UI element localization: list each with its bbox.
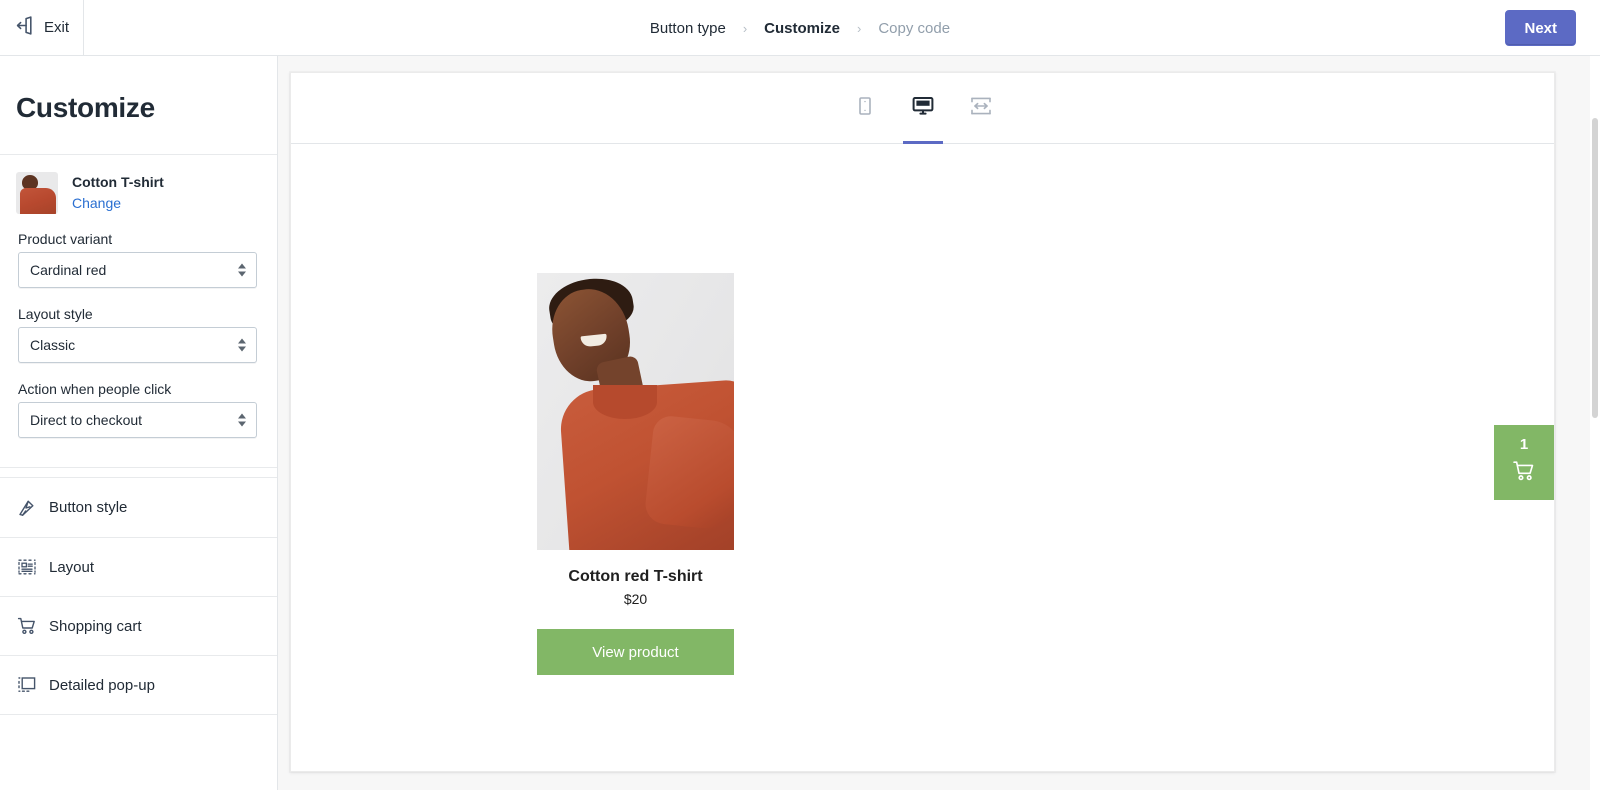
floating-cart-widget[interactable]: 1 [1494,425,1554,500]
action-on-click-value: Direct to checkout [30,412,143,428]
action-on-click-label: Action when people click [18,381,172,397]
view-product-button[interactable]: View product [537,629,734,675]
breadcrumb-item-customize[interactable]: Customize [764,20,840,37]
selected-product: Cotton T-shirt Change [0,155,277,214]
action-on-click-field: Action when people click Direct to check… [0,381,277,438]
breadcrumb-separator-1: › [742,20,748,36]
action-on-click-select[interactable]: Direct to checkout [18,402,257,438]
layout-style-label: Layout style [18,306,93,322]
device-tab-responsive[interactable] [960,73,1002,144]
cart-item-count: 1 [1519,435,1529,453]
breadcrumb: Button type › Customize › Copy code [0,0,1600,56]
device-tab-mobile[interactable] [844,73,886,144]
preview-stage: Cotton red T-shirt $20 View product 1 [291,144,1554,771]
change-product-link[interactable]: Change [72,195,164,211]
layout-style-select[interactable]: Classic [18,327,257,363]
product-thumbnail [16,172,58,214]
mobile-icon [854,95,876,122]
sidebar-item-detailed-popup[interactable]: Detailed pop-up [0,655,277,714]
device-toolbar [291,73,1554,144]
breadcrumb-separator-2: › [857,20,862,36]
sidebar-item-label: Button style [49,499,128,516]
exit-label: Exit [43,19,69,36]
divider [0,714,277,715]
product-variant-field: Product variant Cardinal red [0,231,277,288]
product-name: Cotton T-shirt [72,174,164,190]
exit-button[interactable]: Exit [0,0,84,56]
product-variant-label: Product variant [18,231,113,247]
top-bar: Exit Button type › Customize › Copy code… [0,0,1600,56]
desktop-icon [911,94,935,123]
section-divider [0,467,277,478]
exit-arrow-icon [14,15,35,41]
sidebar: Customize Cotton T-shirt Change Product … [0,56,278,790]
chevron-updown-icon [238,263,246,277]
chevron-updown-icon [238,413,246,427]
sidebar-item-layout[interactable]: Layout [0,537,277,596]
responsive-width-icon [969,94,993,123]
product-image [537,273,734,550]
preview-canvas: Cotton red T-shirt $20 View product 1 [278,56,1600,790]
layout-style-field: Layout style Classic [0,306,277,363]
preview-product-title: Cotton red T-shirt [568,568,703,585]
chevron-updown-icon [238,338,246,352]
shopping-cart-icon [1511,458,1537,489]
shopping-cart-icon [16,615,38,637]
layout-list-icon [16,556,38,578]
next-button[interactable]: Next [1505,10,1576,46]
layout-style-value: Classic [30,337,76,353]
page-title: Customize [16,92,155,123]
page-scrollbar-thumb[interactable] [1592,118,1598,418]
sidebar-item-label: Shopping cart [49,617,142,635]
sidebar-item-label: Detailed pop-up [49,676,155,694]
preview-product-price: $20 [623,591,648,607]
breadcrumb-item-button-type[interactable]: Button type [650,20,726,37]
popup-frame-icon [16,674,38,696]
preview-card: Cotton red T-shirt $20 View product 1 [290,72,1555,772]
sidebar-item-shopping-cart[interactable]: Shopping cart [0,596,277,655]
device-tab-desktop[interactable] [902,73,944,144]
brush-icon [16,497,38,519]
product-variant-select[interactable]: Cardinal red [18,252,257,288]
page-scrollbar[interactable] [1590,56,1600,790]
product-variant-value: Cardinal red [30,262,107,278]
product-preview-card: Cotton red T-shirt $20 View product [537,273,734,675]
sidebar-item-button-style[interactable]: Button style [0,478,277,537]
sidebar-item-label: Layout [49,558,95,576]
breadcrumb-item-copy-code[interactable]: Copy code [878,20,950,37]
